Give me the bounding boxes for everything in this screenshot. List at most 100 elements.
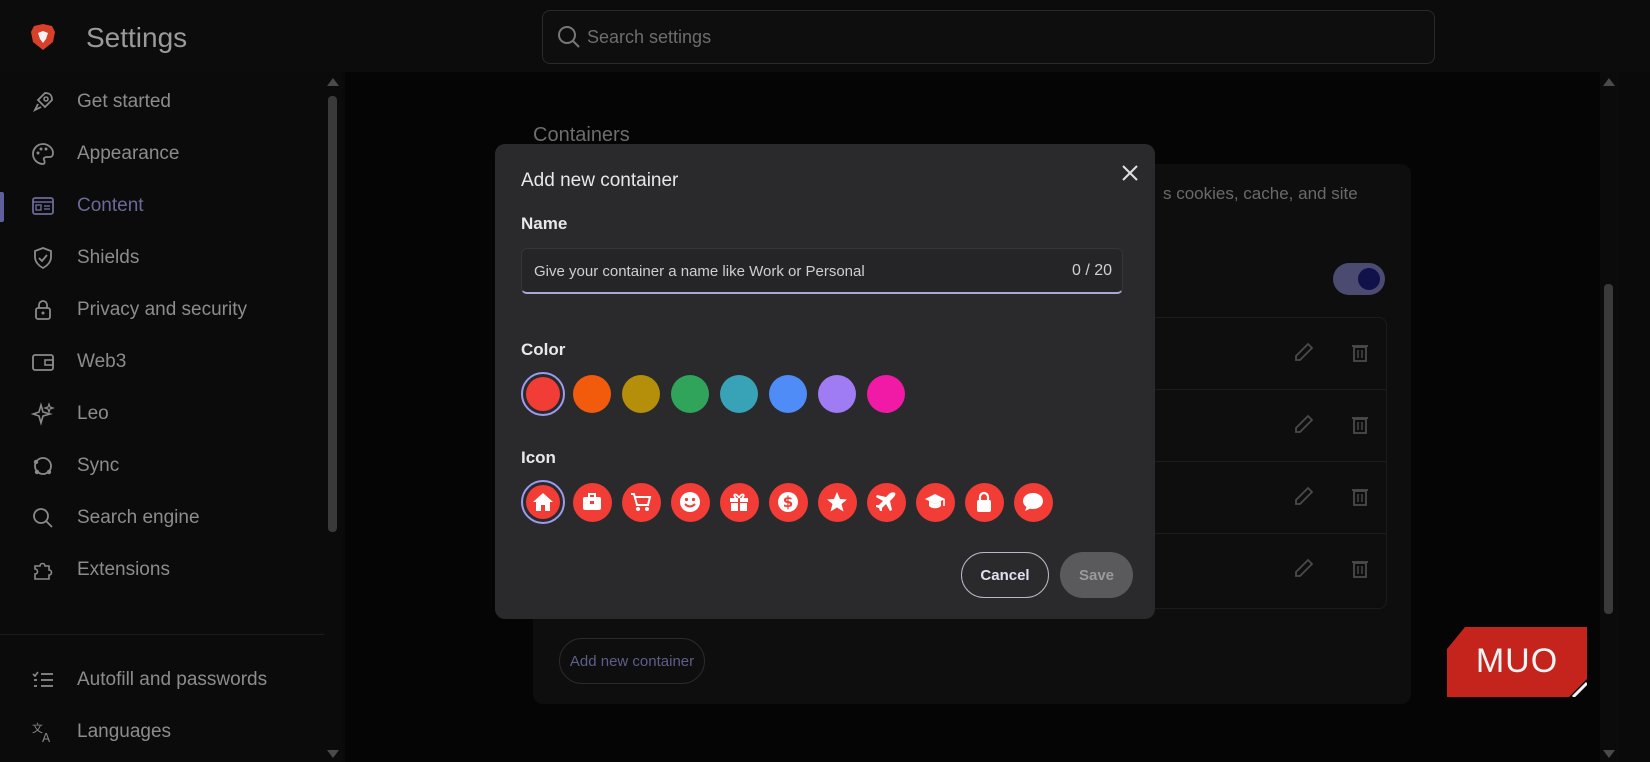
- sidebar-item-label: Extensions: [77, 559, 170, 580]
- trash-icon[interactable]: [1348, 340, 1372, 364]
- search-box[interactable]: [542, 10, 1435, 64]
- sidebar-item-label: Content: [77, 195, 144, 216]
- dialog-title: Add new container: [521, 170, 679, 191]
- shield-icon: [34, 247, 52, 270]
- scroll-down-arrow-icon[interactable]: [1603, 750, 1615, 758]
- sidebar-item-label: Autofill and passwords: [77, 669, 268, 690]
- settings-app: Settings Get started Appearance Content …: [0, 0, 1650, 762]
- gift-icon: [730, 493, 748, 511]
- brave-logo-icon: [31, 24, 55, 50]
- main-scrollbar[interactable]: [1600, 72, 1618, 762]
- sidebar-item-label: Get started: [77, 91, 171, 112]
- sidebar-item-label: Search engine: [77, 507, 200, 528]
- search-icon: [558, 26, 580, 48]
- color-swatch-purple[interactable]: [815, 372, 859, 416]
- pencil-icon[interactable]: [1292, 556, 1316, 580]
- wallet-icon: [32, 354, 54, 371]
- sidebar-item-label: Leo: [77, 403, 109, 424]
- scrollbar-thumb[interactable]: [1604, 284, 1613, 614]
- airplane-icon: [876, 492, 896, 511]
- graduation-icon: [925, 494, 945, 509]
- icon-option-cart[interactable]: [619, 480, 663, 524]
- sidebar-item-get-started[interactable]: Get started: [0, 78, 320, 126]
- sidebar-item-extensions[interactable]: Extensions: [0, 546, 320, 594]
- lock-icon: [977, 491, 991, 512]
- sidebar-item-label: Web3: [77, 351, 127, 372]
- trash-icon[interactable]: [1348, 484, 1372, 508]
- svg-text:A: A: [42, 731, 51, 744]
- toggle-knob: [1358, 268, 1380, 290]
- sidebar: Get started Appearance Content Shields P…: [0, 72, 324, 762]
- pencil-icon[interactable]: [1292, 412, 1316, 436]
- add-container-dialog: Add new container Name 0 / 20 Color Icon: [495, 144, 1155, 619]
- icon-option-briefcase[interactable]: [570, 480, 614, 524]
- icon-option-gift[interactable]: [717, 480, 761, 524]
- home-icon: [533, 493, 553, 511]
- name-field[interactable]: 0 / 20: [521, 248, 1123, 294]
- sparkle-icon: [31, 402, 55, 426]
- sidebar-item-sync[interactable]: Sync: [0, 442, 320, 490]
- icon-option-graduation[interactable]: [913, 480, 957, 524]
- color-swatch-gold[interactable]: [619, 372, 663, 416]
- palette-icon: [32, 143, 54, 165]
- cart-icon: [631, 493, 652, 511]
- sidebar-item-web3[interactable]: Web3: [0, 338, 320, 386]
- svg-text:$: $: [783, 493, 793, 511]
- icon-option-dollar[interactable]: $: [766, 480, 810, 524]
- sidebar-item-label: Shields: [77, 247, 140, 268]
- color-swatch-pink[interactable]: [864, 372, 908, 416]
- sync-icon: [33, 457, 52, 475]
- sidebar-item-label: Sync: [77, 455, 120, 476]
- chat-icon: [1023, 493, 1043, 511]
- add-new-container-button[interactable]: Add new container: [559, 638, 705, 684]
- scroll-down-arrow-icon[interactable]: [327, 750, 339, 758]
- sidebar-item-autofill-passwords[interactable]: Autofill and passwords: [0, 656, 320, 704]
- scroll-up-arrow-icon[interactable]: [327, 78, 339, 86]
- icon-option-chat[interactable]: [1011, 480, 1055, 524]
- sidebar-item-search-engine[interactable]: Search engine: [0, 494, 320, 542]
- color-swatch-orange[interactable]: [570, 372, 614, 416]
- rocket-icon: [32, 92, 53, 113]
- close-icon: [1122, 165, 1138, 181]
- content-icon: [32, 197, 54, 215]
- sidebar-item-label: Appearance: [77, 143, 180, 164]
- trash-icon[interactable]: [1348, 556, 1372, 580]
- sidebar-scrollbar[interactable]: [324, 72, 342, 762]
- color-label: Color: [521, 340, 566, 359]
- section-description: s cookies, cache, and site: [1163, 184, 1358, 203]
- header: Settings: [0, 0, 1650, 72]
- search-input[interactable]: [587, 11, 1407, 63]
- pencil-icon[interactable]: [1292, 340, 1316, 364]
- containers-toggle[interactable]: [1333, 263, 1385, 295]
- color-swatch-green[interactable]: [668, 372, 712, 416]
- search-icon: [33, 508, 53, 528]
- watermark-text: MUO: [1476, 642, 1558, 680]
- cancel-button[interactable]: Cancel: [961, 552, 1049, 598]
- sidebar-item-shields[interactable]: Shields: [0, 234, 320, 282]
- icon-option-home[interactable]: [521, 480, 565, 524]
- close-button[interactable]: [1115, 158, 1145, 188]
- sidebar-item-languages[interactable]: 文A Languages: [0, 708, 320, 756]
- icon-option-smiley[interactable]: [668, 480, 712, 524]
- list-icon: [32, 671, 53, 687]
- color-swatch-teal[interactable]: [717, 372, 761, 416]
- scroll-up-arrow-icon[interactable]: [1603, 78, 1615, 86]
- color-swatch-blue[interactable]: [766, 372, 810, 416]
- sidebar-item-leo[interactable]: Leo: [0, 390, 320, 438]
- sidebar-item-content[interactable]: Content: [0, 182, 320, 230]
- save-button[interactable]: Save: [1060, 552, 1133, 598]
- icon-option-lock[interactable]: [962, 480, 1006, 524]
- trash-icon[interactable]: [1348, 412, 1372, 436]
- name-input[interactable]: [534, 249, 1034, 293]
- icon-option-star[interactable]: [815, 480, 859, 524]
- sidebar-item-privacy-security[interactable]: Privacy and security: [0, 286, 320, 334]
- page-title: Settings: [86, 22, 188, 53]
- icon-option-airplane[interactable]: [864, 480, 908, 524]
- pencil-icon[interactable]: [1292, 484, 1316, 508]
- color-swatch-red[interactable]: [521, 372, 565, 416]
- lock-icon: [35, 300, 51, 320]
- scrollbar-thumb[interactable]: [328, 96, 337, 532]
- sidebar-divider: [0, 634, 324, 635]
- sidebar-item-appearance[interactable]: Appearance: [0, 130, 320, 178]
- character-counter: 0 / 20: [1071, 262, 1112, 279]
